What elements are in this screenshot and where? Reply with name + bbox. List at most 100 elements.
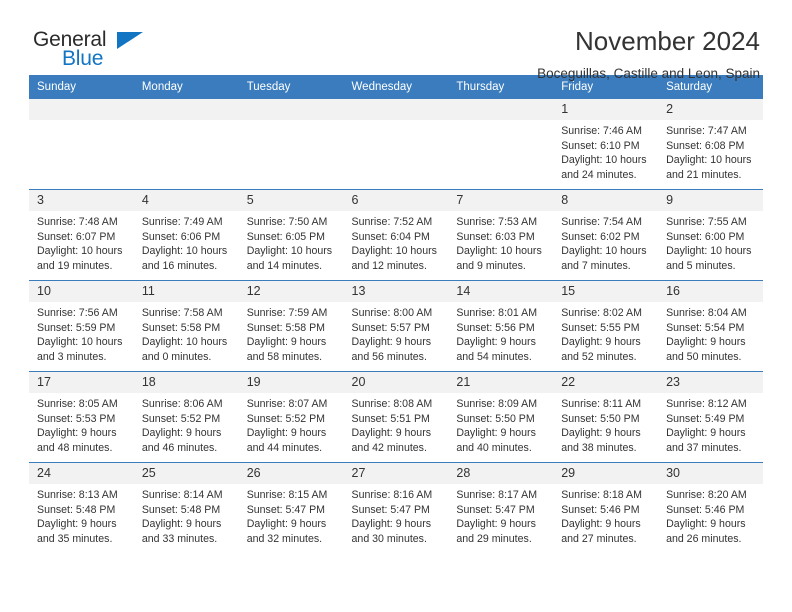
general-blue-logo[interactable]: General Blue <box>33 26 153 74</box>
day-details: Sunrise: 8:18 AM Sunset: 5:46 PM Daylight:… <box>553 484 658 546</box>
calendar-week-row: 10 Sunrise: 7:56 AM Sunset: 5:59 PM Dayligh… <box>29 280 763 372</box>
calendar-day-cell[interactable]: 12 Sunrise: 7:59 AM Sunset: 5:58 PM Dayligh… <box>238 280 344 372</box>
sunrise-text: Sunrise: 8:07 AM <box>246 398 328 410</box>
weekday-header-sunday: Sunday <box>29 75 134 99</box>
sunset-text: Sunset: 5:58 PM <box>246 321 326 334</box>
day-number: 16 <box>658 281 763 302</box>
day-details: Sunrise: 8:01 AM Sunset: 5:56 PM Daylight:… <box>448 302 553 364</box>
calendar-day-cell[interactable]: 16 Sunrise: 8:04 AM Sunset: 5:54 PM Dayligh… <box>658 280 763 372</box>
daylight-text: Daylight: 9 hours and 26 minutes. <box>666 518 746 545</box>
day-details: Sunrise: 7:52 AM Sunset: 6:04 PM Daylight:… <box>344 211 449 273</box>
daylight-text: Daylight: 9 hours and 29 minutes. <box>456 518 536 545</box>
sunrise-text: Sunrise: 7:52 AM <box>351 216 433 228</box>
page-subtitle: Boceguillas, Castille and Leon, Spain <box>537 66 760 81</box>
day-details: Sunrise: 7:56 AM Sunset: 5:59 PM Daylight:… <box>29 302 134 364</box>
day-number: 15 <box>553 281 659 302</box>
weekday-header-wednesday: Wednesday <box>343 75 449 99</box>
daylight-text: Daylight: 10 hours and 9 minutes. <box>456 245 542 272</box>
calendar-day-cell[interactable]: 18 Sunrise: 8:06 AM Sunset: 5:52 PM Dayligh… <box>133 371 239 463</box>
calendar-day-cell[interactable]: 28 Sunrise: 8:17 AM Sunset: 5:47 PM Dayligh… <box>448 462 554 553</box>
day-number: 29 <box>553 463 659 484</box>
sunrise-text: Sunrise: 8:00 AM <box>351 307 433 319</box>
sunrise-text: Sunrise: 8:09 AM <box>456 398 538 410</box>
sunset-text: Sunset: 5:47 PM <box>351 503 430 516</box>
calendar-day-cell[interactable]: 24 Sunrise: 8:13 AM Sunset: 5:48 PM Dayligh… <box>29 462 134 553</box>
calendar-day-cell[interactable]: 19 Sunrise: 8:07 AM Sunset: 5:52 PM Dayligh… <box>238 371 344 463</box>
day-number: 22 <box>553 372 659 393</box>
sunset-text: Sunset: 5:48 PM <box>141 503 221 516</box>
day-number: 19 <box>238 372 344 393</box>
calendar-day-cell[interactable]: 26 Sunrise: 8:15 AM Sunset: 5:47 PM Dayligh… <box>238 462 344 553</box>
calendar-day-cell[interactable]: 1 Sunrise: 7:46 AM Sunset: 6:10 PM Daylight… <box>553 99 659 190</box>
sunset-text: Sunset: 6:05 PM <box>246 230 326 243</box>
logo-triangle-icon <box>117 32 143 49</box>
calendar-day-cell[interactable]: 20 Sunrise: 8:08 AM Sunset: 5:51 PM Dayligh… <box>343 371 449 463</box>
daylight-text: Daylight: 9 hours and 46 minutes. <box>141 427 222 454</box>
sunrise-text: Sunrise: 8:12 AM <box>666 398 747 410</box>
calendar-day-cell[interactable]: 21 Sunrise: 8:09 AM Sunset: 5:50 PM Dayligh… <box>448 371 554 463</box>
sunrise-text: Sunrise: 8:02 AM <box>561 307 642 319</box>
sunrise-text: Sunrise: 8:05 AM <box>37 398 118 410</box>
day-details: Sunrise: 7:59 AM Sunset: 5:58 PM Daylight:… <box>239 302 344 364</box>
calendar-day-cell[interactable]: 29 Sunrise: 8:18 AM Sunset: 5:46 PM Dayligh… <box>553 462 659 553</box>
sunrise-text: Sunrise: 8:08 AM <box>351 398 433 410</box>
sunrise-text: Sunrise: 8:04 AM <box>666 307 747 319</box>
day-number: 20 <box>343 372 449 393</box>
sunrise-text: Sunrise: 8:01 AM <box>456 307 538 319</box>
calendar-day-cell[interactable]: 11 Sunrise: 7:58 AM Sunset: 5:58 PM Dayligh… <box>133 280 239 372</box>
daylight-text: Daylight: 9 hours and 30 minutes. <box>351 518 432 545</box>
calendar-day-cell[interactable]: 22 Sunrise: 8:11 AM Sunset: 5:50 PM Dayligh… <box>553 371 659 463</box>
day-details: Sunrise: 8:05 AM Sunset: 5:53 PM Daylight:… <box>29 393 134 455</box>
daylight-text: Daylight: 10 hours and 0 minutes. <box>141 336 228 363</box>
day-details: Sunrise: 8:14 AM Sunset: 5:48 PM Daylight:… <box>134 484 239 546</box>
calendar-day-cell[interactable]: 3 Sunrise: 7:48 AM Sunset: 6:07 PM Daylight… <box>29 189 134 281</box>
calendar-day-cell[interactable]: 7 Sunrise: 7:53 AM Sunset: 6:03 PM Daylight… <box>448 189 554 281</box>
calendar-day-cell[interactable]: 17 Sunrise: 8:05 AM Sunset: 5:53 PM Dayligh… <box>29 371 134 463</box>
sunrise-text: Sunrise: 8:16 AM <box>351 489 433 501</box>
sunrise-text: Sunrise: 7:47 AM <box>666 125 747 137</box>
sunrise-sunset-calendar: Sunday Monday Tuesday Wednesday Thursday… <box>29 75 763 553</box>
calendar-day-cell[interactable]: 5 Sunrise: 7:50 AM Sunset: 6:05 PM Daylight… <box>238 189 344 281</box>
day-number <box>448 99 554 120</box>
day-details: Sunrise: 8:08 AM Sunset: 5:51 PM Daylight:… <box>344 393 449 455</box>
daylight-text: Daylight: 10 hours and 5 minutes. <box>666 245 752 272</box>
calendar-day-cell[interactable]: 14 Sunrise: 8:01 AM Sunset: 5:56 PM Dayligh… <box>448 280 554 372</box>
sunset-text: Sunset: 5:51 PM <box>351 412 430 425</box>
calendar-day-cell[interactable]: 23 Sunrise: 8:12 AM Sunset: 5:49 PM Dayligh… <box>658 371 763 463</box>
day-details: Sunrise: 8:16 AM Sunset: 5:47 PM Daylight:… <box>344 484 449 546</box>
daylight-text: Daylight: 10 hours and 14 minutes. <box>246 245 333 272</box>
sunset-text: Sunset: 5:47 PM <box>456 503 535 516</box>
sunrise-text: Sunrise: 7:49 AM <box>141 216 223 228</box>
sunset-text: Sunset: 5:52 PM <box>246 412 326 425</box>
calendar-day-cell[interactable]: 4 Sunrise: 7:49 AM Sunset: 6:06 PM Daylight… <box>133 189 239 281</box>
calendar-day-cell[interactable]: 8 Sunrise: 7:54 AM Sunset: 6:02 PM Daylight… <box>553 189 659 281</box>
day-number: 2 <box>658 99 763 120</box>
sunrise-text: Sunrise: 7:46 AM <box>561 125 642 137</box>
day-details: Sunrise: 7:53 AM Sunset: 6:03 PM Daylight:… <box>448 211 553 273</box>
day-details: Sunrise: 7:46 AM Sunset: 6:10 PM Daylight:… <box>553 120 658 182</box>
daylight-text: Daylight: 9 hours and 52 minutes. <box>561 336 641 363</box>
sunset-text: Sunset: 6:03 PM <box>456 230 535 243</box>
day-number <box>133 99 239 120</box>
calendar-day-cell[interactable]: 10 Sunrise: 7:56 AM Sunset: 5:59 PM Dayligh… <box>29 280 134 372</box>
calendar-cell-empty <box>133 99 239 190</box>
calendar-day-cell[interactable]: 13 Sunrise: 8:00 AM Sunset: 5:57 PM Dayligh… <box>343 280 449 372</box>
sunrise-text: Sunrise: 8:14 AM <box>141 489 223 501</box>
sunrise-text: Sunrise: 8:20 AM <box>666 489 747 501</box>
sunset-text: Sunset: 6:10 PM <box>561 139 640 152</box>
calendar-day-cell[interactable]: 9 Sunrise: 7:55 AM Sunset: 6:00 PM Daylight… <box>658 189 763 281</box>
calendar-day-cell[interactable]: 25 Sunrise: 8:14 AM Sunset: 5:48 PM Dayligh… <box>133 462 239 553</box>
sunrise-text: Sunrise: 7:54 AM <box>561 216 642 228</box>
day-number: 5 <box>238 190 344 211</box>
daylight-text: Daylight: 10 hours and 12 minutes. <box>351 245 437 272</box>
daylight-text: Daylight: 10 hours and 19 minutes. <box>37 245 123 272</box>
calendar-day-cell[interactable]: 30 Sunrise: 8:20 AM Sunset: 5:46 PM Dayligh… <box>658 462 763 553</box>
sunset-text: Sunset: 5:52 PM <box>141 412 221 425</box>
calendar-day-cell[interactable]: 15 Sunrise: 8:02 AM Sunset: 5:55 PM Dayligh… <box>553 280 659 372</box>
calendar-body: 1 Sunrise: 7:46 AM Sunset: 6:10 PM Daylight… <box>29 99 763 553</box>
calendar-day-cell[interactable]: 2 Sunrise: 7:47 AM Sunset: 6:08 PM Daylight… <box>658 99 763 190</box>
calendar-day-cell[interactable]: 27 Sunrise: 8:16 AM Sunset: 5:47 PM Dayligh… <box>343 462 449 553</box>
day-details: Sunrise: 7:54 AM Sunset: 6:02 PM Daylight:… <box>553 211 658 273</box>
calendar-day-cell[interactable]: 6 Sunrise: 7:52 AM Sunset: 6:04 PM Daylight… <box>343 189 449 281</box>
day-details: Sunrise: 8:11 AM Sunset: 5:50 PM Daylight:… <box>553 393 658 455</box>
